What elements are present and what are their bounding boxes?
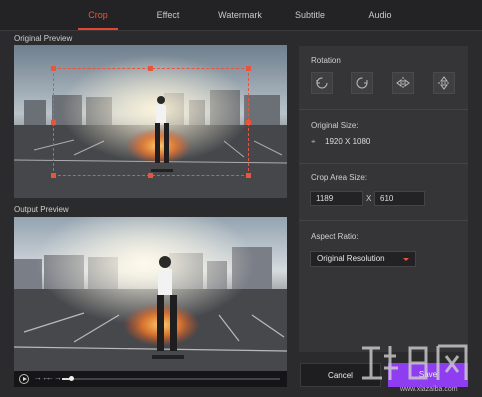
play-icon[interactable] (19, 374, 29, 384)
rotate-right-icon (356, 77, 368, 89)
crop-handle-top[interactable] (148, 66, 153, 71)
crop-handle-right[interactable] (246, 120, 251, 125)
tab-subtitle[interactable]: Subtitle (289, 0, 331, 30)
original-preview-label: Original Preview (14, 34, 73, 43)
player-controls: →← ←→ (14, 371, 287, 387)
output-photo (14, 217, 287, 371)
original-size-title: Original Size: (311, 121, 359, 130)
flip-horizontal-icon (396, 77, 410, 89)
rotate-right-button[interactable] (351, 72, 373, 94)
crop-width-input[interactable] (310, 191, 363, 206)
crop-area-title: Crop Area Size: (311, 173, 368, 182)
crop-handle-bottom-left[interactable] (51, 173, 56, 178)
aspect-ratio-select[interactable]: Original Resolution (310, 251, 416, 267)
rotate-left-icon (316, 77, 328, 89)
settings-panel: Rotation Original Size: ⌖ 1920 X 1080 Cr… (299, 46, 468, 352)
progress-knob[interactable] (68, 376, 74, 381)
tab-audio[interactable]: Audio (360, 0, 400, 30)
rotate-left-button[interactable] (311, 72, 333, 94)
flip-horizontal-button[interactable] (392, 72, 414, 94)
site-watermark-logo (362, 344, 468, 380)
output-preview (14, 217, 287, 371)
resize-icon: ⌖ (311, 137, 316, 146)
original-preview (14, 45, 287, 198)
crop-handle-left[interactable] (51, 120, 56, 125)
crop-size-separator: X (366, 194, 372, 203)
output-preview-label: Output Preview (14, 205, 69, 214)
crop-handle-bottom-right[interactable] (246, 173, 251, 178)
rotation-section: Rotation (299, 46, 468, 110)
crop-handle-top-right[interactable] (246, 66, 251, 71)
caret-down-icon (403, 258, 409, 261)
tab-watermark[interactable]: Watermark (212, 0, 268, 30)
aspect-ratio-title: Aspect Ratio: (311, 232, 359, 241)
watermark-text: www.xiazaiba.com (400, 386, 458, 393)
tab-bar: Crop Effect Watermark Subtitle Audio (0, 0, 482, 31)
progress-bar[interactable] (62, 376, 280, 381)
crop-box[interactable] (51, 66, 251, 178)
aspect-ratio-value: Original Resolution (317, 254, 385, 263)
next-frame-icon[interactable]: ←→ (46, 373, 62, 382)
flip-vertical-button[interactable] (433, 72, 455, 94)
rotation-title: Rotation (311, 56, 341, 65)
crop-handle-bottom[interactable] (148, 173, 153, 178)
flip-vertical-icon (438, 76, 450, 90)
original-size-value: 1920 X 1080 (325, 137, 371, 146)
crop-handle-top-left[interactable] (51, 66, 56, 71)
tab-crop[interactable]: Crop (78, 0, 118, 30)
crop-height-input[interactable] (374, 191, 425, 206)
tab-effect[interactable]: Effect (148, 0, 188, 30)
